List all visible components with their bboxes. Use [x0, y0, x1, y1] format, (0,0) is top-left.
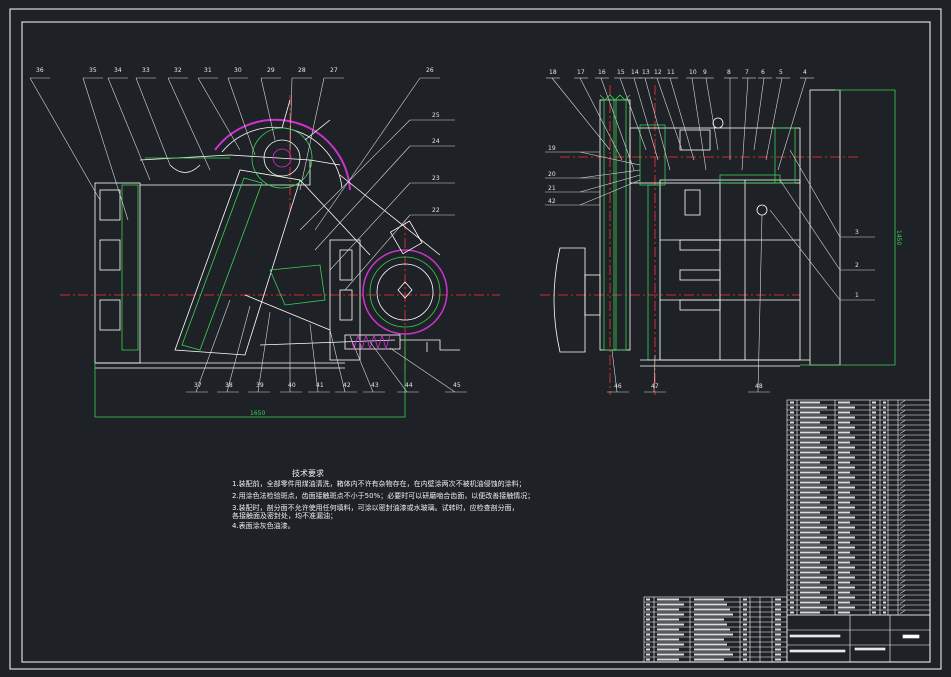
part-label-r-15: 15: [617, 69, 625, 76]
parts-list-table-lower: [643, 596, 788, 663]
leader-lines-right: [545, 77, 875, 393]
part-label-23: 23: [432, 175, 440, 182]
part-label-42: 42: [343, 382, 351, 389]
part-label-r-2: 2: [855, 262, 859, 269]
part-label-39: 39: [256, 382, 264, 389]
cad-drawing-sheet: 1650 36 35 34 33 32 31 30 29 28 27 26 25 24 23 22 37 38 3…: [0, 0, 951, 677]
part-label-33: 33: [142, 67, 150, 74]
part-label-r-6: 6: [761, 69, 765, 76]
part-label-24: 24: [432, 138, 440, 145]
part-label-r-7: 7: [745, 69, 749, 76]
note-line-1: 1.装配前，全部零件用煤油清洗，箱体内不许有杂物存在，在内壁涂两次不被机油侵蚀的…: [232, 479, 526, 488]
part-label-r-3: 3: [855, 229, 859, 236]
part-label-44: 44: [405, 382, 413, 389]
notes-title: 技术要求: [292, 468, 324, 478]
part-label-22: 22: [432, 207, 440, 214]
part-label-27: 27: [330, 67, 338, 74]
part-label-r-13: 13: [642, 69, 650, 76]
dimension-lines-right: [800, 89, 896, 366]
technical-requirements: 技术要求 1.装配前，全部零件用煤油清洗，箱体内不许有杂物存在，在内壁涂两次不被…: [232, 468, 534, 530]
part-label-r-14: 14: [631, 69, 639, 76]
part-label-r-47: 47: [651, 383, 659, 390]
part-label-r-18: 18: [549, 69, 557, 76]
overall-width-dimension: 1650: [250, 410, 265, 417]
part-label-r-17: 17: [577, 69, 585, 76]
part-label-41: 41: [316, 382, 324, 389]
cad-canvas: 1650 36 35 34 33 32 31 30 29 28 27 262524232237 38 3…: [9, 8, 942, 670]
part-label-38: 38: [225, 382, 233, 389]
part-label-25: 25: [432, 112, 440, 119]
part-label-r-8: 8: [727, 69, 731, 76]
part-label-29: 29: [267, 67, 275, 74]
part-label-31: 31: [204, 67, 212, 74]
part-label-r-12: 12: [654, 69, 662, 76]
part-label-r-20: 20: [548, 171, 556, 178]
part-label-r-42: 42: [548, 198, 556, 205]
front-view: [60, 95, 500, 370]
part-label-36: 36: [36, 67, 44, 74]
part-label-r-4: 4: [803, 69, 807, 76]
part-label-37: 37: [194, 382, 202, 389]
part-label-r-11: 11: [667, 69, 675, 76]
height-dimension: 1450: [895, 230, 902, 245]
part-label-30: 30: [234, 67, 242, 74]
part-label-35: 35: [89, 67, 97, 74]
part-label-28: 28: [298, 67, 306, 74]
part-labels-right: 18 17 16 15 14 13 12 11 10 9 8 7 6 5 41920214232146 47 4…: [548, 69, 859, 390]
note-line-3: 3.装配时，剖分面不允许使用任何填料，可涂以密封油漆或水玻璃。试转时，应检查剖分…: [232, 503, 519, 512]
note-line-5: 4.表面涂灰色油漆。: [232, 521, 295, 530]
note-line-4: 各接触面及密封处，均不准漏油；: [232, 511, 337, 520]
part-label-r-21: 21: [548, 185, 556, 192]
note-line-2: 2.用涂色法检验斑点，齿面接触斑点不小于50%；必要时可以研磨啮合齿面，以便改善…: [232, 491, 534, 500]
part-label-r-16: 16: [598, 69, 606, 76]
part-label-r-1: 1: [855, 292, 859, 299]
part-label-45: 45: [453, 382, 461, 389]
dimension-lines-left: [94, 157, 406, 418]
part-label-r-5: 5: [779, 69, 783, 76]
part-label-r-9: 9: [703, 69, 707, 76]
part-label-r-46: 46: [614, 383, 622, 390]
part-label-40: 40: [288, 382, 296, 389]
part-label-r-19: 19: [548, 145, 556, 152]
part-label-43: 43: [371, 382, 379, 389]
part-label-32: 32: [174, 67, 182, 74]
part-label-r-10: 10: [689, 69, 697, 76]
part-label-26: 26: [426, 67, 434, 74]
title-block: [786, 614, 931, 663]
part-label-r-48: 48: [755, 383, 763, 390]
parts-list-table: [786, 399, 931, 616]
part-label-34: 34: [114, 67, 122, 74]
